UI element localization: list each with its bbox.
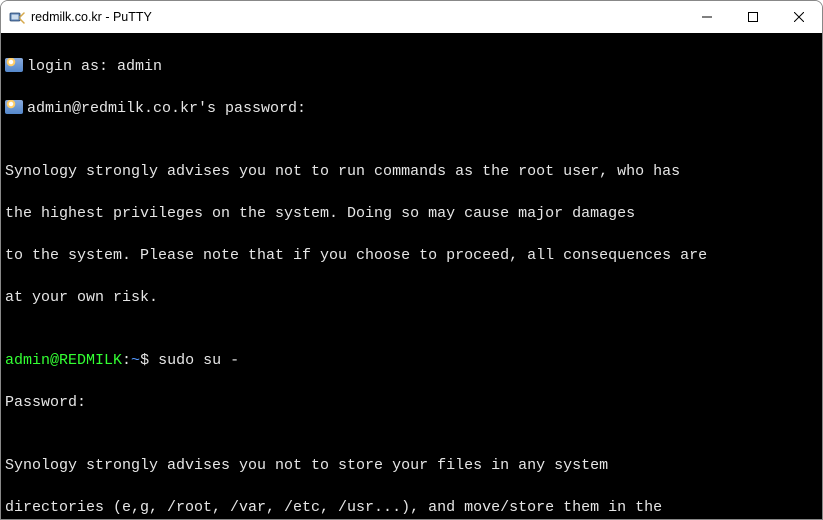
terminal-line: at your own risk. (5, 287, 818, 308)
putty-window: redmilk.co.kr - PuTTY login as: admin ad… (0, 0, 823, 520)
terminal-line: to the system. Please note that if you c… (5, 245, 818, 266)
titlebar[interactable]: redmilk.co.kr - PuTTY (1, 1, 822, 33)
window-title: redmilk.co.kr - PuTTY (31, 10, 684, 24)
close-button[interactable] (776, 1, 822, 33)
window-controls (684, 1, 822, 33)
putty-icon (9, 9, 25, 25)
maximize-button[interactable] (730, 1, 776, 33)
terminal-line: Password: (5, 392, 818, 413)
terminal-line: login as: admin (5, 56, 818, 77)
minimize-button[interactable] (684, 1, 730, 33)
terminal-line: the highest privileges on the system. Do… (5, 203, 818, 224)
terminal-line: directories (e,g, /root, /var, /etc, /us… (5, 497, 818, 518)
terminal-area[interactable]: login as: admin admin@redmilk.co.kr's pa… (1, 33, 822, 519)
terminal-line: admin@redmilk.co.kr's password: (5, 98, 818, 119)
terminal-prompt: admin@REDMILK:~$ sudo su - (5, 350, 818, 371)
terminal-line: Synology strongly advises you not to sto… (5, 455, 818, 476)
terminal-line: Synology strongly advises you not to run… (5, 161, 818, 182)
